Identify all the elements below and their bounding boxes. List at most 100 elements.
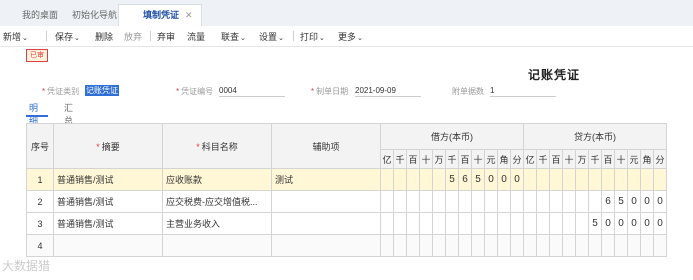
debit-digit-cell[interactable] xyxy=(497,190,511,213)
credit-digit-cell[interactable] xyxy=(536,234,550,257)
debit-digit-cell[interactable] xyxy=(471,212,485,235)
debit-digit-cell[interactable]: 0 xyxy=(484,168,498,191)
debit-digit-cell[interactable] xyxy=(406,190,420,213)
credit-digit-cell[interactable] xyxy=(575,212,589,235)
account-cell[interactable] xyxy=(162,234,272,257)
voucher-date-field[interactable]: 2021-09-09 xyxy=(355,85,421,97)
debit-digit-cell[interactable] xyxy=(432,234,446,257)
credit-digit-cell[interactable]: 5 xyxy=(614,190,628,213)
voucher-number-field[interactable]: 0004 xyxy=(219,85,285,97)
credit-digit-cell[interactable] xyxy=(549,168,563,191)
debit-digit-cell[interactable] xyxy=(510,190,524,213)
debit-digit-cell[interactable] xyxy=(393,168,407,191)
credit-digit-cell[interactable] xyxy=(549,212,563,235)
debit-digit-cell[interactable]: 5 xyxy=(471,168,485,191)
summary-cell[interactable]: 普通销售/测试 xyxy=(53,212,163,235)
row-seq-cell[interactable]: 4 xyxy=(26,234,54,257)
credit-digit-cell[interactable]: 0 xyxy=(614,212,628,235)
unaudit-button[interactable]: 弃审 xyxy=(157,30,175,43)
debit-digit-cell[interactable] xyxy=(510,212,524,235)
credit-digit-cell[interactable] xyxy=(588,234,602,257)
credit-digit-cell[interactable] xyxy=(653,168,667,191)
credit-digit-cell[interactable]: 0 xyxy=(627,212,641,235)
tab-fill-voucher[interactable]: 填制凭证 ✕ xyxy=(118,4,202,28)
query-button[interactable]: 联查⌄ xyxy=(221,30,246,43)
debit-digit-cell[interactable]: 6 xyxy=(458,168,472,191)
table-row[interactable]: 2 普通销售/测试 应交税费-应交增值税... 6 5 0 0 0 xyxy=(26,190,667,213)
credit-digit-cell[interactable] xyxy=(523,190,537,213)
table-row[interactable]: 1 普通销售/测试 应收账款 测试 5 6 5 0 0 0 xyxy=(26,168,667,191)
attachments-field[interactable]: 1 xyxy=(490,85,556,97)
credit-digit-cell[interactable] xyxy=(627,168,641,191)
credit-digit-cell[interactable] xyxy=(575,190,589,213)
debit-digit-cell[interactable] xyxy=(484,212,498,235)
credit-digit-cell[interactable] xyxy=(575,168,589,191)
debit-digit-cell[interactable] xyxy=(458,212,472,235)
credit-digit-cell[interactable] xyxy=(640,234,654,257)
debit-digit-cell[interactable] xyxy=(419,234,433,257)
debit-digit-cell[interactable] xyxy=(393,212,407,235)
credit-digit-cell[interactable] xyxy=(614,234,628,257)
debit-digit-cell[interactable] xyxy=(432,212,446,235)
debit-digit-cell[interactable] xyxy=(445,212,459,235)
debit-digit-cell[interactable] xyxy=(380,168,394,191)
credit-digit-cell[interactable]: 0 xyxy=(653,190,667,213)
debit-digit-cell[interactable] xyxy=(419,190,433,213)
credit-digit-cell[interactable] xyxy=(588,168,602,191)
account-cell[interactable]: 主营业务收入 xyxy=(162,212,272,235)
credit-digit-cell[interactable] xyxy=(575,234,589,257)
credit-digit-cell[interactable] xyxy=(614,168,628,191)
credit-digit-cell[interactable] xyxy=(588,190,602,213)
debit-digit-cell[interactable] xyxy=(380,234,394,257)
credit-digit-cell[interactable] xyxy=(562,190,576,213)
delete-button[interactable]: 删除 xyxy=(95,30,113,43)
debit-digit-cell[interactable] xyxy=(497,234,511,257)
credit-digit-cell[interactable] xyxy=(601,168,615,191)
aux-cell[interactable] xyxy=(271,234,381,257)
credit-digit-cell[interactable]: 5 xyxy=(588,212,602,235)
aux-cell[interactable] xyxy=(271,190,381,213)
debit-digit-cell[interactable] xyxy=(380,212,394,235)
credit-digit-cell[interactable] xyxy=(536,168,550,191)
debit-digit-cell[interactable] xyxy=(406,168,420,191)
debit-digit-cell[interactable] xyxy=(380,190,394,213)
credit-digit-cell[interactable] xyxy=(562,212,576,235)
credit-digit-cell[interactable] xyxy=(562,168,576,191)
debit-digit-cell[interactable] xyxy=(432,168,446,191)
debit-digit-cell[interactable] xyxy=(458,234,472,257)
debit-digit-cell[interactable] xyxy=(393,234,407,257)
credit-digit-cell[interactable]: 0 xyxy=(640,212,654,235)
credit-digit-cell[interactable] xyxy=(549,190,563,213)
credit-digit-cell[interactable] xyxy=(653,234,667,257)
credit-digit-cell[interactable] xyxy=(523,234,537,257)
summary-cell[interactable]: 普通销售/测试 xyxy=(53,168,163,191)
debit-digit-cell[interactable] xyxy=(393,190,407,213)
credit-digit-cell[interactable] xyxy=(523,212,537,235)
row-seq-cell[interactable]: 1 xyxy=(26,168,54,191)
summary-cell[interactable]: 普通销售/测试 xyxy=(53,190,163,213)
table-row[interactable]: 3 普通销售/测试 主营业务收入 5 0 0 0 0 0 xyxy=(26,212,667,235)
row-seq-cell[interactable]: 3 xyxy=(26,212,54,235)
credit-digit-cell[interactable] xyxy=(562,234,576,257)
debit-digit-cell[interactable] xyxy=(484,234,498,257)
credit-digit-cell[interactable]: 0 xyxy=(601,212,615,235)
debit-digit-cell[interactable] xyxy=(471,234,485,257)
credit-digit-cell[interactable]: 0 xyxy=(627,190,641,213)
debit-digit-cell[interactable] xyxy=(406,234,420,257)
credit-digit-cell[interactable] xyxy=(640,168,654,191)
debit-digit-cell[interactable] xyxy=(484,190,498,213)
debit-digit-cell[interactable] xyxy=(458,190,472,213)
settings-button[interactable]: 设置⌄ xyxy=(259,30,284,43)
print-button[interactable]: 打印⌄ xyxy=(300,30,325,43)
debit-digit-cell[interactable] xyxy=(445,234,459,257)
more-button[interactable]: 更多⌄ xyxy=(338,30,363,43)
new-button[interactable]: 新增⌄ xyxy=(3,30,28,43)
aux-cell[interactable]: 测试 xyxy=(271,168,381,191)
debit-digit-cell[interactable]: 5 xyxy=(445,168,459,191)
row-seq-cell[interactable]: 2 xyxy=(26,190,54,213)
debit-digit-cell[interactable] xyxy=(432,190,446,213)
credit-digit-cell[interactable] xyxy=(523,168,537,191)
credit-digit-cell[interactable] xyxy=(549,234,563,257)
debit-digit-cell[interactable] xyxy=(510,234,524,257)
debit-digit-cell[interactable] xyxy=(419,212,433,235)
